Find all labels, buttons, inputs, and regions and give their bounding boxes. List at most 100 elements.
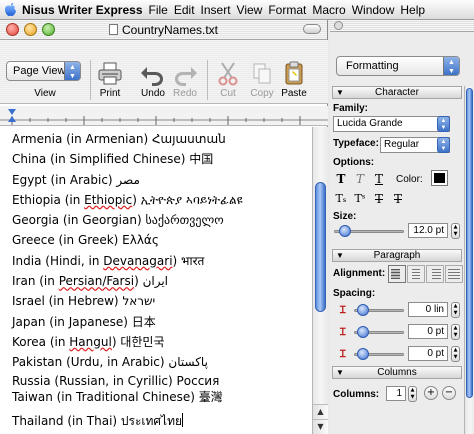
italic-style-icon[interactable]: T (352, 171, 368, 187)
space-before-slider[interactable] (354, 326, 404, 338)
view-mode-value: Page View (13, 65, 66, 77)
superscript-style-icon[interactable]: Tˢ (352, 191, 368, 207)
disclosure-triangle-icon: ▼ (336, 88, 344, 97)
toolbar-toggle-button[interactable] (303, 24, 321, 34)
document-line: Israel (in Hebrew) ישראל (12, 294, 156, 309)
align-left-icon[interactable] (388, 265, 406, 283)
cut-button[interactable] (213, 61, 243, 87)
menu-file[interactable]: File (146, 0, 171, 20)
document-line: India (Hindi, in Devanagari) भारत (12, 253, 205, 268)
typeface-popup[interactable]: Regular ▲ ▼ (380, 137, 450, 153)
document-text-area[interactable]: Armenia (in Armenian) Հայաստան China (in… (0, 127, 312, 434)
menu-insert[interactable]: Insert (198, 0, 234, 20)
color-label: Color: (396, 174, 423, 185)
add-column-icon[interactable]: + (424, 386, 438, 400)
line-spacing-knob[interactable] (357, 304, 369, 316)
space-before-icon: Ɪ (340, 327, 346, 338)
undo-arrow-icon (141, 67, 163, 86)
bold-style-icon[interactable]: T (333, 171, 349, 187)
document-window: CountryNames.txt Page View ▲ ▼ View Print… (0, 20, 328, 434)
copy-button[interactable] (247, 61, 277, 87)
left-indent-marker (8, 116, 16, 122)
document-line: Taiwan (in Traditional Chinese) 臺灣 (12, 389, 223, 404)
font-size-field[interactable]: 12.0 pt (408, 223, 448, 238)
formatting-palette: Formatting ▲ ▼ ▼ Character Family: Lucida … (330, 20, 474, 434)
columns-section-header[interactable]: ▼ Columns (332, 366, 462, 379)
paragraph-section-header[interactable]: ▼ Paragraph (332, 249, 462, 262)
palette-scroll-thumb[interactable] (466, 88, 473, 398)
undo-button[interactable] (138, 61, 168, 87)
palette-close-button[interactable] (334, 21, 343, 30)
space-before-knob[interactable] (357, 326, 369, 338)
palette-mode-popup[interactable]: Formatting ▲ ▼ (336, 56, 460, 76)
apple-menu-icon[interactable] (0, 0, 20, 20)
menu-edit[interactable]: Edit (171, 0, 198, 20)
scroll-thumb[interactable] (315, 182, 326, 312)
document-line: Russia (Russian, in Cyrillic) Россия (12, 373, 220, 388)
line-spacing-slider[interactable] (354, 304, 404, 316)
redo-label: Redo (173, 88, 197, 99)
menu-format[interactable]: Format (265, 0, 309, 20)
misspelled-word: Ethiopic (84, 192, 133, 207)
view-mode-popup[interactable]: Page View ▲ ▼ (6, 61, 81, 81)
first-line-indent-marker (8, 109, 16, 115)
columns-stepper[interactable]: ▲ ▼ (408, 386, 417, 402)
line-spacing-stepper[interactable]: ▲ ▼ (451, 302, 460, 318)
ruler[interactable] (0, 106, 328, 126)
font-family-popup[interactable]: Lucida Grande ▲ ▼ (333, 116, 450, 132)
palette-titlebar[interactable] (330, 20, 474, 32)
paste-button[interactable] (279, 61, 309, 87)
menu-app-name[interactable]: Nisus Writer Express (20, 0, 146, 20)
size-slider[interactable] (334, 225, 404, 237)
misspelled-word: Persian/Farsi (58, 274, 135, 289)
chevron-up-down-icon: ▲ ▼ (443, 57, 459, 75)
menu-macro[interactable]: Macro (309, 0, 348, 20)
document-line: Thailand (in Thai) ประเทศไทย (12, 412, 184, 428)
ruler-ticks (0, 109, 328, 125)
strikethrough-style-icon[interactable]: T (371, 191, 387, 207)
redo-button[interactable] (170, 61, 200, 87)
line-spacing-field[interactable]: 0 lin (408, 302, 448, 317)
double-strikethrough-style-icon[interactable]: T (390, 191, 406, 207)
space-before-field[interactable]: 0 pt (408, 324, 448, 339)
window-titlebar[interactable]: CountryNames.txt (0, 20, 327, 40)
align-center-icon[interactable] (407, 265, 425, 283)
view-label: View (34, 88, 56, 99)
columns-count-field[interactable]: 1 (386, 386, 406, 401)
text-color-swatch[interactable] (431, 170, 448, 186)
underline-style-icon[interactable]: T (371, 171, 387, 187)
copy-icon (253, 63, 271, 84)
line-spacing-icon: Ɪ (340, 305, 346, 316)
align-right-icon[interactable] (426, 265, 444, 283)
space-before-stepper[interactable]: ▲ ▼ (451, 324, 460, 340)
character-section-header[interactable]: ▼ Character (332, 86, 462, 99)
scroll-down-arrow-icon[interactable]: ▼ (313, 419, 328, 434)
space-after-icon: Ɪ (340, 349, 346, 360)
size-slider-knob[interactable] (339, 225, 351, 237)
space-after-slider[interactable] (354, 348, 404, 360)
options-label: Options: (333, 157, 375, 168)
align-justify-icon[interactable] (445, 265, 463, 283)
typeface-label: Typeface: (333, 138, 379, 149)
space-after-knob[interactable] (357, 348, 369, 360)
subscript-style-icon[interactable]: Tₛ (333, 191, 349, 207)
document-line: Iran (in Persian/Farsi) ایران (12, 274, 169, 289)
remove-column-icon[interactable]: − (442, 386, 456, 400)
menu-view[interactable]: View (234, 0, 266, 20)
space-after-stepper[interactable]: ▲ ▼ (451, 346, 460, 362)
palette-scrollbar[interactable] (464, 86, 474, 434)
print-button[interactable] (95, 61, 125, 87)
document-line: Korea (in Hangul) 대한민국 (12, 334, 165, 349)
disclosure-triangle-icon: ▼ (336, 251, 344, 260)
menu-window[interactable]: Window (349, 0, 398, 20)
scroll-up-arrow-icon[interactable]: ▲ (313, 404, 328, 419)
document-vertical-scrollbar[interactable]: ▲ ▼ (312, 127, 328, 434)
menu-help[interactable]: Help (397, 0, 428, 20)
space-after-field[interactable]: 0 pt (408, 346, 448, 361)
clipboard-paste-icon (285, 61, 303, 85)
size-stepper[interactable]: ▲ ▼ (451, 223, 460, 239)
alignment-label: Alignment: (333, 268, 386, 279)
redo-arrow-icon (175, 67, 197, 86)
columns-label: Columns: (333, 389, 380, 400)
palette-mode-value: Formatting (346, 60, 399, 72)
